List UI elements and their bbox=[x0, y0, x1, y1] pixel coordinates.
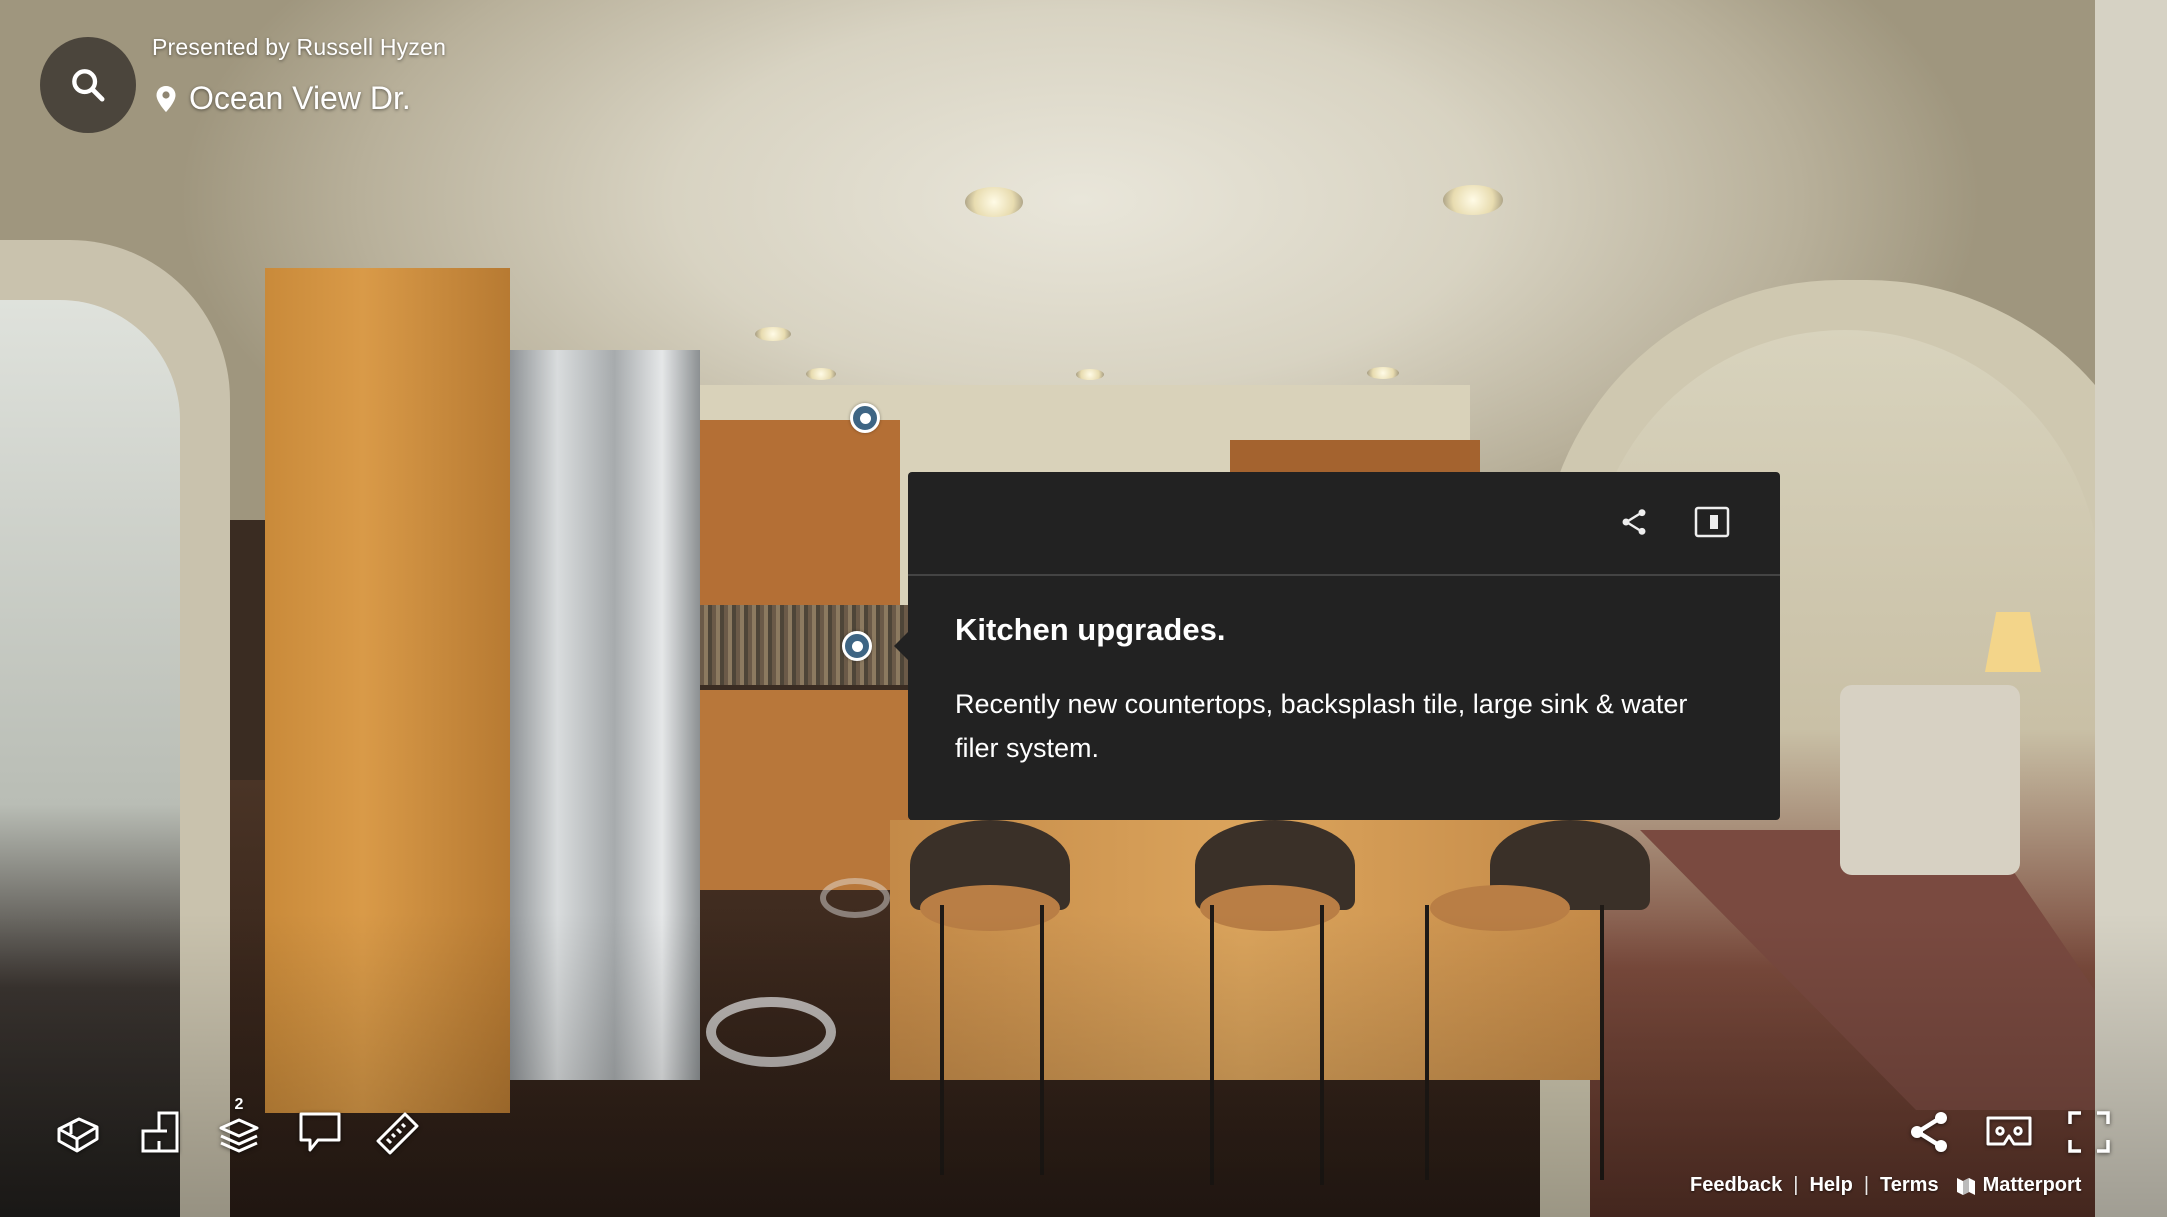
search-icon bbox=[72, 69, 105, 102]
vr-headset-icon bbox=[1986, 1116, 2032, 1146]
vr-mode-button[interactable] bbox=[1979, 1102, 2039, 1162]
side-panel-icon bbox=[1694, 506, 1730, 538]
share-icon bbox=[1911, 1112, 1947, 1152]
footer-separator: | bbox=[1863, 1174, 1870, 1196]
mattertag-card: Kitchen upgrades. Recently new counterto… bbox=[894, 472, 1780, 820]
floorplan-icon bbox=[141, 1111, 179, 1153]
help-link[interactable]: Help bbox=[1809, 1174, 1852, 1197]
card-share-button[interactable] bbox=[1614, 502, 1654, 542]
speech-bubble-icon bbox=[299, 1112, 341, 1152]
fullscreen-icon bbox=[2068, 1111, 2110, 1153]
matterport-brand: Matterport bbox=[1982, 1174, 2082, 1196]
pin-dot bbox=[851, 640, 863, 652]
share-icon bbox=[1622, 509, 1646, 535]
card-title: Kitchen upgrades. bbox=[955, 612, 1226, 647]
floor-count-badge: 2 bbox=[234, 1096, 244, 1113]
layers-icon bbox=[219, 1118, 259, 1153]
terms-link[interactable]: Terms bbox=[1880, 1174, 1939, 1197]
map-pin-icon bbox=[155, 85, 177, 113]
fullscreen-button[interactable] bbox=[2059, 1102, 2119, 1162]
property-address: Ocean View Dr. bbox=[155, 80, 411, 117]
floor-selector-button[interactable]: 2 bbox=[209, 1096, 269, 1162]
feedback-link[interactable]: Feedback bbox=[1690, 1174, 1782, 1197]
pin-dot bbox=[859, 412, 871, 424]
card-header bbox=[908, 472, 1780, 576]
address-text: Ocean View Dr. bbox=[189, 80, 411, 116]
mattertag-pin[interactable] bbox=[850, 403, 880, 433]
floorplan-view-button[interactable] bbox=[130, 1102, 190, 1162]
mattertag-pin-active[interactable] bbox=[842, 631, 872, 661]
dollhouse-view-button[interactable] bbox=[48, 1102, 108, 1162]
matterport-logo-icon bbox=[1956, 1177, 1975, 1195]
dollhouse-icon bbox=[57, 1117, 99, 1153]
share-button[interactable] bbox=[1899, 1102, 1959, 1162]
measurement-tool-button[interactable] bbox=[368, 1102, 428, 1162]
footer-separator: | bbox=[1793, 1174, 1799, 1196]
footer: Feedback | Help | Terms Matterport bbox=[1690, 1174, 2081, 1197]
card-description: Recently new countertops, backsplash til… bbox=[955, 689, 1688, 763]
matterport-brand-link[interactable]: Matterport bbox=[1955, 1174, 2082, 1197]
search-button[interactable] bbox=[40, 37, 136, 133]
card-panel-button[interactable] bbox=[1692, 502, 1732, 542]
mattertags-toggle-button[interactable] bbox=[290, 1102, 350, 1162]
presented-by: Presented by Russell Hyzen bbox=[152, 34, 447, 60]
ruler-icon bbox=[376, 1112, 419, 1155]
